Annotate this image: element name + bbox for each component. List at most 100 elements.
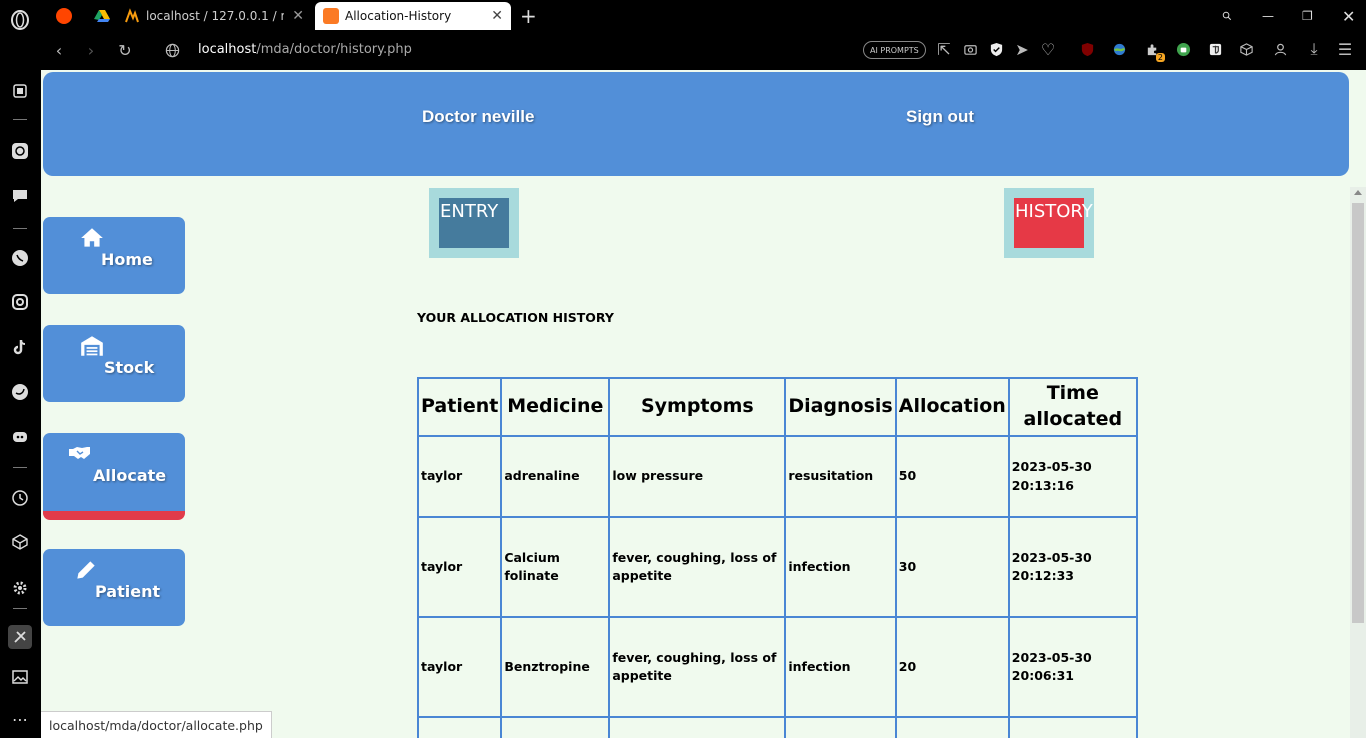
table-row: taylor Benztropine fever, coughing, loss…: [416, 616, 1138, 718]
cell-patient: taylor: [416, 516, 503, 618]
discord-icon[interactable]: [8, 425, 32, 449]
col-header-medicine: Medicine: [500, 377, 611, 437]
page-scrollbar[interactable]: [1350, 187, 1366, 738]
tab-phpmyadmin[interactable]: localhost / 127.0.0.1 / mda ✕: [116, 2, 312, 30]
tab-google-drive[interactable]: [88, 2, 116, 30]
cube-extension-icon[interactable]: [1237, 40, 1255, 58]
cell-symptoms: fever, coughing, loss of appetite: [608, 616, 787, 718]
minimize-window-icon[interactable]: —: [1254, 2, 1280, 30]
ai-prompts-button[interactable]: AI PROMPTS: [863, 41, 926, 59]
send-icon[interactable]: ➤: [1013, 40, 1031, 59]
history-toggle-frame: HISTORY: [1004, 188, 1094, 258]
table-row: taylor Calcium folinate fever, coughing,…: [416, 516, 1138, 618]
history-clock-icon[interactable]: [8, 486, 32, 510]
handshake-icon: [69, 447, 90, 459]
entry-button[interactable]: ENTRY: [439, 198, 509, 248]
menu-allocate-label: Allocate: [93, 466, 167, 485]
menu-allocate-button[interactable]: Allocate: [43, 433, 185, 520]
warehouse-icon: [81, 336, 103, 356]
menu-stock-button[interactable]: Stock: [43, 325, 185, 402]
pinned-tools-icon[interactable]: [8, 625, 32, 649]
opera-logo-icon[interactable]: [8, 8, 32, 32]
cell-medicine: Calcium folinate: [500, 516, 611, 618]
cell-allocation: 30: [894, 516, 1010, 618]
heart-icon[interactable]: ♡: [1039, 40, 1057, 59]
url-path: /mda/doctor/history.php: [256, 42, 412, 57]
more-options-icon[interactable]: ⋯: [8, 707, 32, 731]
cell-patient: [416, 716, 503, 738]
menu-home-button[interactable]: Home: [43, 217, 185, 294]
cell-symptoms: [608, 716, 787, 738]
close-window-icon[interactable]: ✕: [1334, 2, 1360, 30]
col-header-time-allocated: Time allocated: [1007, 377, 1138, 437]
back-arrow-icon[interactable]: ‹: [49, 40, 69, 60]
address-toolbar: ‹ › ↻ localhost/mda/doctor/history.php A…: [40, 30, 1366, 70]
settings-gear-icon[interactable]: [8, 576, 32, 600]
reddit-favicon: [56, 8, 72, 24]
whatsapp-icon[interactable]: [8, 246, 32, 270]
menu-patient-button[interactable]: Patient: [43, 549, 185, 626]
pencil-icon: [77, 561, 95, 579]
cell-time-allocated: [1007, 716, 1138, 738]
site-info-globe-icon[interactable]: [162, 40, 182, 60]
tiktok-icon[interactable]: [8, 335, 32, 359]
tab-title: localhost / 127.0.0.1 / mda: [146, 9, 284, 23]
extension-badge: 2: [1155, 53, 1165, 62]
google-drive-favicon: [94, 8, 110, 24]
chatgpt-icon[interactable]: [8, 139, 32, 163]
cell-symptoms: low pressure: [608, 435, 787, 518]
profile-icon[interactable]: [1271, 40, 1289, 58]
android-extension-icon[interactable]: [1174, 40, 1192, 58]
ublock-origin-icon[interactable]: [1078, 40, 1096, 58]
close-tab-icon[interactable]: ✕: [483, 8, 503, 24]
tab-reddit[interactable]: [50, 2, 78, 30]
menu-home-label: Home: [101, 250, 153, 269]
cell-time-allocated: 2023-05-30 20:12:33: [1007, 516, 1138, 618]
status-bar-url: localhost/mda/doctor/allocate.php: [41, 711, 272, 738]
cell-allocation: 20: [894, 616, 1010, 718]
home-icon: [81, 228, 103, 247]
download-icon[interactable]: ⤓: [1305, 39, 1323, 58]
sign-out-link[interactable]: Sign out: [906, 107, 974, 127]
scroll-up-arrow-icon[interactable]: [1354, 190, 1362, 195]
close-tab-icon[interactable]: ✕: [284, 8, 304, 24]
share-icon[interactable]: ⇱: [935, 40, 953, 59]
allocation-history-table: Patient Medicine Symptoms Diagnosis Allo…: [416, 377, 1138, 738]
history-button[interactable]: HISTORY: [1014, 198, 1093, 248]
phpmyadmin-favicon: [124, 8, 140, 24]
browser-sidebar: ⋯: [0, 0, 40, 738]
cell-diagnosis: [784, 716, 897, 738]
easy-setup-icon[interactable]: ☰: [1336, 40, 1354, 59]
cell-diagnosis: infection: [784, 516, 897, 618]
doctor-name-link[interactable]: Doctor neville: [422, 107, 534, 127]
table-header-row: Patient Medicine Symptoms Diagnosis Allo…: [416, 377, 1138, 437]
cell-time-allocated: 2023-05-30 20:06:31: [1007, 616, 1138, 718]
search-tabs-icon[interactable]: [1214, 2, 1240, 30]
instagram-icon[interactable]: [8, 290, 32, 314]
cell-allocation: [894, 716, 1010, 738]
chat-bubble-icon[interactable]: [8, 184, 32, 208]
cube-icon[interactable]: [8, 530, 32, 554]
bitwarden-icon[interactable]: [1206, 40, 1224, 58]
ai-chip-icon[interactable]: [8, 79, 32, 103]
address-bar-url[interactable]: localhost/mda/doctor/history.php: [198, 42, 412, 57]
restore-window-icon[interactable]: ❐: [1294, 2, 1320, 30]
tab-allocation-history[interactable]: Allocation-History ✕: [315, 2, 511, 30]
twitter-icon[interactable]: [8, 380, 32, 404]
scrollbar-thumb[interactable]: [1352, 203, 1364, 623]
table-row: taylor adrenaline low pressure resusitat…: [416, 435, 1138, 518]
cell-patient: taylor: [416, 435, 503, 518]
cell-diagnosis: resusitation: [784, 435, 897, 518]
gallery-icon[interactable]: [8, 665, 32, 689]
col-header-symptoms: Symptoms: [608, 377, 787, 437]
camera-snapshot-icon[interactable]: [961, 40, 979, 58]
shield-adblock-icon[interactable]: [987, 40, 1005, 58]
reload-icon[interactable]: ↻: [115, 40, 135, 60]
forward-arrow-icon[interactable]: ›: [81, 40, 101, 60]
site-header: Doctor neville Sign out: [43, 72, 1349, 176]
extension-puzzle-icon[interactable]: 2: [1143, 40, 1165, 62]
menu-patient-label: Patient: [95, 582, 161, 601]
extension-globe-icon[interactable]: [1110, 40, 1128, 58]
cell-medicine: Benztropine: [500, 616, 611, 718]
new-tab-plus-icon[interactable]: +: [516, 2, 544, 30]
